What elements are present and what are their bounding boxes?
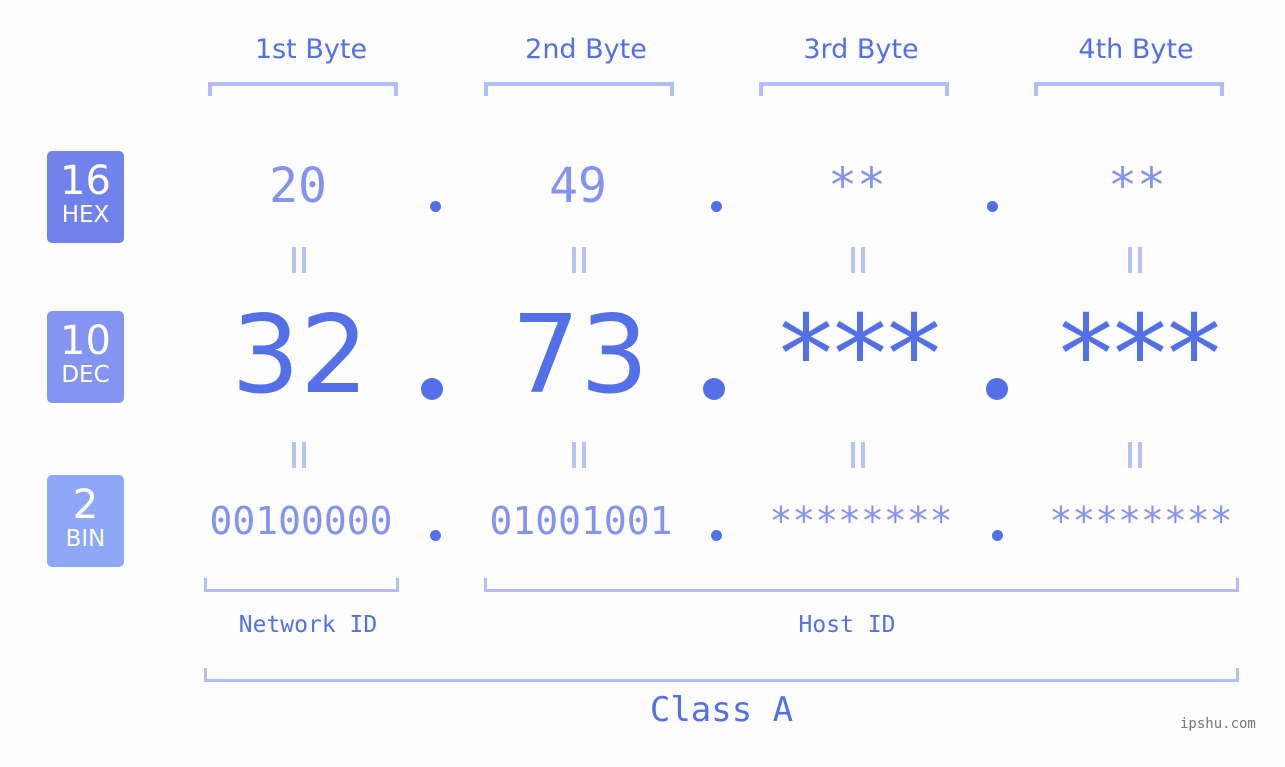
dec-separator-dot	[421, 378, 443, 400]
network-id-bracket	[204, 578, 399, 592]
dec-value-3: ***	[779, 293, 941, 418]
equals-icon	[292, 442, 306, 468]
bin-badge-number: 2	[72, 482, 99, 528]
byte-header-3: 3rd Byte	[803, 34, 919, 65]
bin-value-1: 00100000	[209, 499, 393, 543]
equals-icon	[851, 247, 865, 273]
byte-bracket-4	[1034, 82, 1224, 96]
hex-value-4: **	[1108, 158, 1166, 214]
equals-icon	[1128, 442, 1142, 468]
bin-separator-dot	[430, 530, 441, 541]
class-label: Class A	[649, 690, 794, 730]
hex-separator-dot	[430, 201, 441, 212]
hex-separator-dot	[987, 201, 998, 212]
equals-icon	[572, 442, 586, 468]
byte-bracket-1	[208, 82, 398, 96]
dec-separator-dot	[703, 378, 725, 400]
dec-value-1: 32	[231, 293, 369, 418]
byte-header-1: 1st Byte	[254, 34, 368, 65]
dec-separator-dot	[986, 378, 1008, 400]
host-id-bracket	[484, 578, 1239, 592]
byte-header-4: 4th Byte	[1078, 34, 1194, 65]
hex-value-1: 20	[269, 158, 327, 214]
network-id-label: Network ID	[238, 612, 378, 638]
hex-value-3: **	[828, 158, 886, 214]
watermark: ipshu.com	[1180, 716, 1256, 732]
bin-badge-label: BIN	[65, 526, 106, 552]
equals-icon	[572, 247, 586, 273]
equals-icon	[292, 247, 306, 273]
hex-badge: 16 HEX	[47, 151, 124, 243]
byte-header-2: 2nd Byte	[525, 34, 647, 65]
dec-badge-label: DEC	[61, 362, 110, 388]
bin-separator-dot	[992, 530, 1003, 541]
bin-value-3: ********	[769, 499, 953, 543]
equals-icon	[851, 442, 865, 468]
hex-value-2: 49	[549, 158, 607, 214]
equals-icon	[1128, 247, 1142, 273]
host-id-label: Host ID	[798, 612, 896, 638]
hex-badge-label: HEX	[61, 202, 110, 228]
dec-value-4: ***	[1059, 293, 1221, 418]
dec-badge-number: 10	[60, 318, 111, 364]
class-bracket	[204, 668, 1239, 682]
hex-badge-number: 16	[60, 158, 111, 204]
byte-bracket-2	[484, 82, 674, 96]
bin-value-4: ********	[1049, 499, 1233, 543]
bin-badge: 2 BIN	[47, 475, 124, 567]
hex-separator-dot	[711, 201, 722, 212]
dec-value-2: 73	[511, 293, 649, 418]
dec-badge: 10 DEC	[47, 311, 124, 403]
bin-separator-dot	[711, 530, 722, 541]
bin-value-2: 01001001	[489, 499, 673, 543]
byte-bracket-3	[759, 82, 949, 96]
